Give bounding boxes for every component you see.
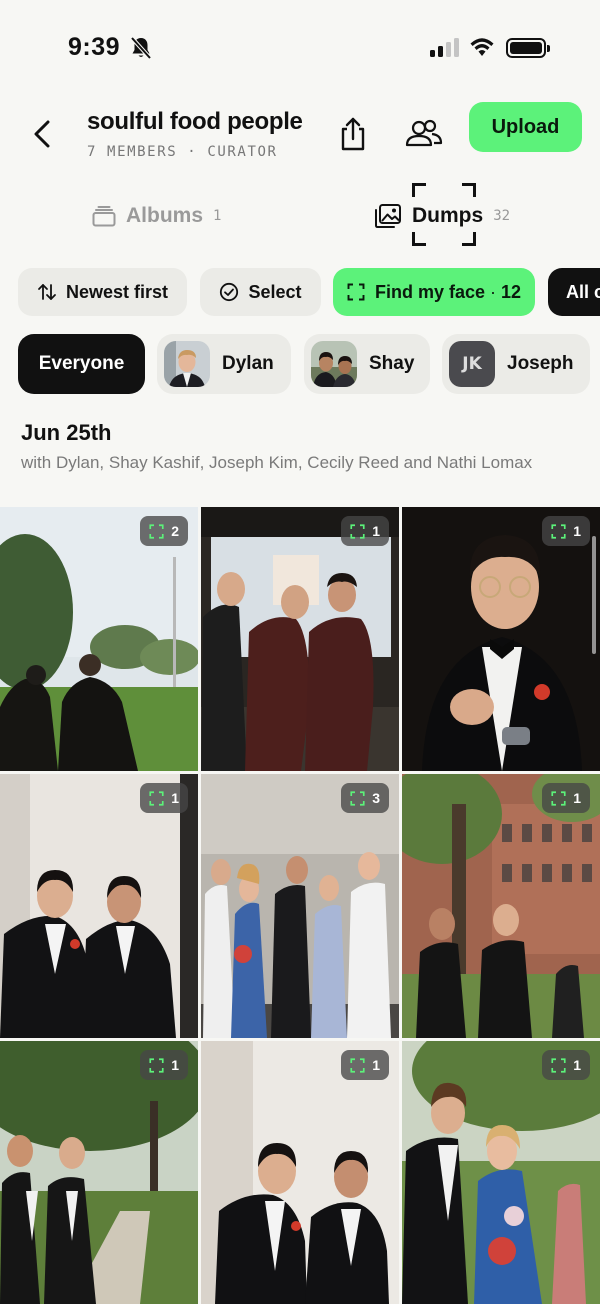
- people-filter-bar: Everyone Dylan Shay JK Joseph: [0, 334, 600, 394]
- status-time: 9:39: [68, 33, 121, 61]
- tab-dumps-count: 32: [493, 208, 511, 224]
- albums-stack-icon: [92, 206, 116, 227]
- all-filter-chip[interactable]: All c: [548, 268, 600, 316]
- section-date: Jun 25th: [21, 420, 112, 445]
- person-chip-shay[interactable]: Shay: [304, 334, 430, 394]
- face-count: 1: [573, 790, 581, 806]
- person-chip-label: Dylan: [222, 353, 274, 374]
- share-button[interactable]: [337, 115, 369, 153]
- person-chip-joseph[interactable]: JK Joseph: [442, 334, 590, 394]
- back-button[interactable]: [28, 114, 58, 154]
- face-scan-icon: [350, 790, 365, 806]
- face-count-badge: 1: [542, 1050, 590, 1080]
- face-count-badge: 2: [140, 516, 188, 546]
- avatar: [311, 341, 357, 387]
- tab-albums-count: 1: [213, 208, 222, 224]
- wifi-icon: [470, 38, 494, 56]
- filter-bar: Newest first Select Find my face · 12 Al…: [0, 268, 600, 318]
- tab-albums-label: Albums: [126, 204, 204, 227]
- face-count: 1: [573, 523, 581, 539]
- face-count: 1: [372, 523, 380, 539]
- photo-tile[interactable]: 2: [0, 507, 198, 771]
- photo-tile[interactable]: 1: [201, 1041, 399, 1304]
- person-chip-label: Everyone: [38, 353, 125, 374]
- face-count: 1: [171, 790, 179, 806]
- avatar: [164, 341, 210, 387]
- members-button[interactable]: [404, 117, 444, 151]
- face-count-badge: 3: [341, 783, 389, 813]
- person-chip-dylan[interactable]: Dylan: [157, 334, 291, 394]
- photos-icon: [375, 204, 401, 228]
- photo-tile[interactable]: 1: [402, 1041, 600, 1304]
- face-count-badge: 1: [140, 1050, 188, 1080]
- face-scan-icon: [149, 1057, 164, 1073]
- face-scan-icon: [347, 283, 365, 301]
- avatar-initials: JK: [449, 341, 495, 387]
- photo-tile[interactable]: 1: [201, 507, 399, 771]
- photo-tile[interactable]: 1: [0, 1041, 198, 1304]
- person-chip-label: Joseph: [507, 353, 574, 374]
- all-filter-label: All c: [566, 281, 600, 302]
- find-my-face-label: Find my face: [374, 281, 485, 302]
- sort-arrows-icon: [38, 284, 56, 300]
- photo-tile[interactable]: 1: [0, 774, 198, 1038]
- face-count: 1: [573, 1057, 581, 1073]
- face-scan-icon: [350, 1057, 365, 1073]
- select-label: Select: [248, 281, 302, 302]
- check-circle-icon: [220, 282, 239, 302]
- face-count-badge: 1: [341, 516, 389, 546]
- status-bar: 9:39: [0, 0, 600, 96]
- face-scan-icon: [551, 1057, 566, 1073]
- bell-off-icon: [130, 36, 152, 60]
- face-count: 2: [171, 523, 179, 539]
- group-title: soulful food people: [87, 108, 303, 135]
- sort-newest-first-button[interactable]: Newest first: [18, 268, 187, 316]
- face-scan-icon: [551, 790, 566, 806]
- face-scan-icon: [149, 523, 164, 539]
- face-count: 3: [372, 790, 380, 806]
- sort-label: Newest first: [65, 281, 169, 302]
- face-scan-icon: [149, 790, 164, 806]
- active-tab-focus-indicator: [412, 183, 476, 246]
- face-count-badge: 1: [341, 1050, 389, 1080]
- face-scan-icon: [350, 523, 365, 539]
- face-count-badge: 1: [140, 783, 188, 813]
- scrollbar-thumb[interactable]: [592, 536, 596, 654]
- face-count: 1: [372, 1057, 380, 1073]
- photo-grid: 2 1 1 1 3 1 1 1 1: [0, 507, 600, 1304]
- photo-tile[interactable]: 1: [402, 507, 600, 771]
- face-count-badge: 1: [542, 516, 590, 546]
- cellular-signal-icon: [430, 38, 459, 57]
- find-my-face-button[interactable]: Find my face · 12: [333, 268, 535, 316]
- select-button[interactable]: Select: [200, 268, 321, 316]
- tab-albums[interactable]: Albums 1: [92, 188, 221, 244]
- person-chip-everyone[interactable]: Everyone: [18, 334, 145, 394]
- battery-icon: [506, 38, 550, 58]
- upload-button[interactable]: Upload: [469, 102, 582, 152]
- face-count: 1: [171, 1057, 179, 1073]
- section-participants: with Dylan, Shay Kashif, Joseph Kim, Cec…: [21, 453, 533, 472]
- face-count-badge: 1: [542, 783, 590, 813]
- group-subtitle: 7 MEMBERS · CURATOR: [87, 144, 278, 160]
- find-my-face-count: 12: [501, 281, 522, 302]
- photo-tile[interactable]: 3: [201, 774, 399, 1038]
- person-chip-label: Shay: [369, 353, 415, 374]
- photo-tile[interactable]: 1: [402, 774, 600, 1038]
- face-scan-icon: [551, 523, 566, 539]
